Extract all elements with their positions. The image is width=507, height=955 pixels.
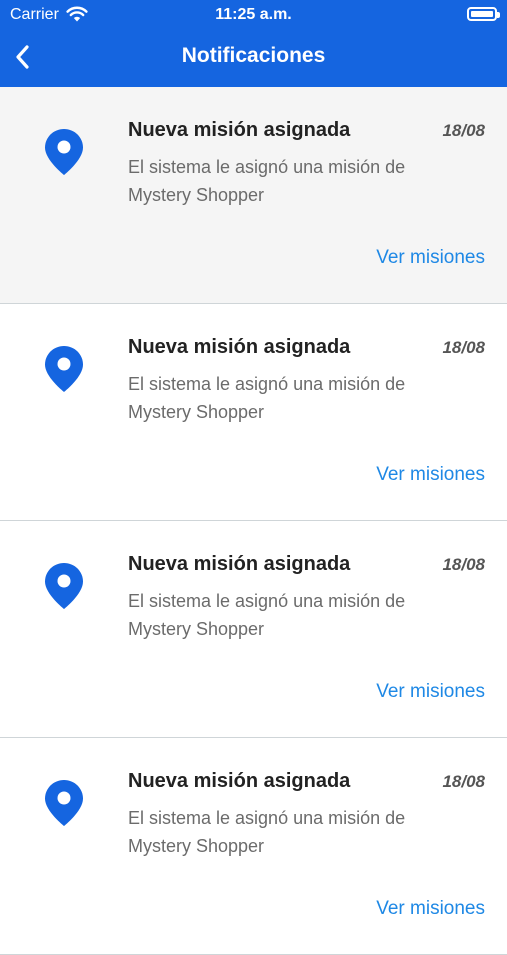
notification-card[interactable]: Nueva misión asignada 18/08 El sistema l…	[0, 738, 507, 955]
status-bar: Carrier 11:25 a.m.	[0, 0, 507, 30]
notification-description: El sistema le asignó una misión de Myste…	[128, 591, 406, 639]
ver-misiones-link[interactable]: Ver misiones	[376, 464, 485, 486]
notification-title: Nueva misión asignada	[128, 336, 351, 358]
ver-misiones-link[interactable]: Ver misiones	[376, 898, 485, 920]
notification-date: 18/08	[442, 772, 485, 791]
header: Carrier 11:25 a.m. Notificaciones	[0, 0, 507, 87]
notification-title: Nueva misión asignada	[128, 119, 351, 141]
ver-misiones-link[interactable]: Ver misiones	[376, 247, 485, 269]
notification-card[interactable]: Nueva misión asignada 18/08 El sistema l…	[0, 521, 507, 738]
location-pin-icon	[45, 563, 83, 609]
page-title: Notificaciones	[181, 44, 326, 67]
notification-card[interactable]: Nueva misión asignada 18/08 El sistema l…	[0, 87, 507, 304]
battery-icon	[467, 7, 500, 21]
location-pin-icon	[45, 129, 83, 175]
notification-description: El sistema le asignó una misión de Myste…	[128, 157, 406, 205]
notification-card[interactable]: Nueva misión asignada 18/08 El sistema l…	[0, 304, 507, 521]
location-pin-icon	[45, 346, 83, 392]
notification-title: Nueva misión asignada	[128, 553, 351, 575]
notification-date: 18/08	[442, 338, 485, 357]
notification-description: El sistema le asignó una misión de Myste…	[128, 808, 406, 856]
ver-misiones-link[interactable]: Ver misiones	[376, 681, 485, 703]
location-pin-icon	[45, 780, 83, 826]
notification-date: 18/08	[442, 121, 485, 140]
notification-date: 18/08	[442, 555, 485, 574]
notification-list: Nueva misión asignada 18/08 El sistema l…	[0, 87, 507, 955]
notification-description: El sistema le asignó una misión de Myste…	[128, 374, 406, 422]
notification-title: Nueva misión asignada	[128, 770, 351, 792]
status-time: 11:25 a.m.	[215, 6, 292, 23]
